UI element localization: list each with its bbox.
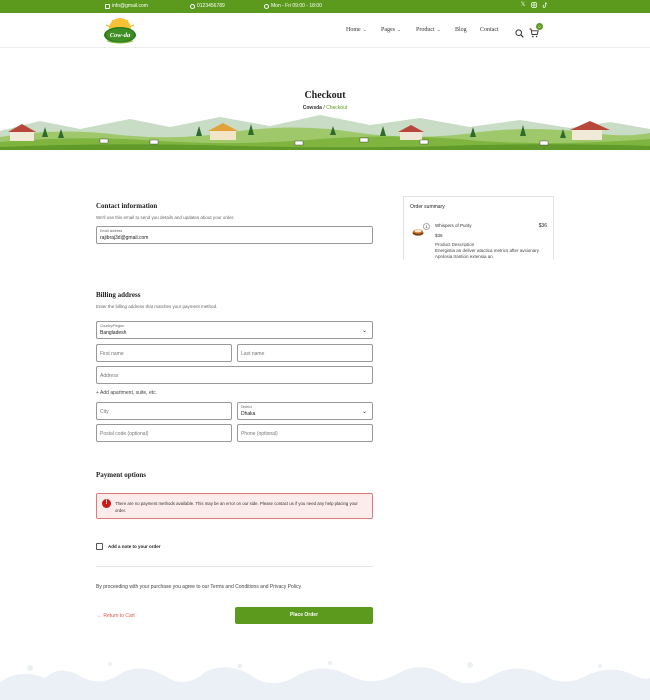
item-description-text: Energistia an deliver atactica metrics a… (435, 248, 540, 259)
first-name-placeholder: First name (100, 351, 124, 357)
cart-count-badge: 0 (536, 23, 543, 30)
email-field[interactable]: Email address rajibraj3d@gmail.com (96, 226, 373, 244)
nav-product-label: Product (416, 27, 435, 33)
item-total-price: $36 (538, 223, 547, 229)
farm-landscape-illustration (0, 115, 650, 150)
phone-placeholder: Phone (optional) (241, 431, 278, 437)
product-thumbnail (412, 229, 424, 236)
last-name-field[interactable]: Last name (237, 344, 373, 362)
order-note-label[interactable]: Add a note to your order (108, 544, 161, 549)
contact-section-description: We'll use this email to send you details… (96, 215, 235, 220)
site-logo[interactable]: Cow-da (102, 16, 138, 46)
nav-home-label: Home (346, 27, 361, 33)
order-summary: Order summary 1 Whispers of Purity $36 $… (403, 196, 554, 260)
phone-field[interactable]: Phone (optional) (237, 424, 373, 442)
first-name-field[interactable]: First name (96, 344, 232, 362)
postal-code-placeholder: Postal code (optional) (100, 431, 149, 437)
billing-section-description: Enter the billing address that matches y… (96, 304, 218, 309)
clock-icon (264, 3, 269, 9)
terms-text: By proceeding with your purchase you agr… (96, 584, 302, 590)
address-field[interactable]: Address (96, 366, 373, 384)
place-order-button[interactable]: Place Order (235, 607, 373, 624)
item-quantity-badge: 1 (423, 223, 430, 230)
page-title: Checkout (304, 90, 346, 101)
payment-error-text: There are no payment methods available. … (115, 501, 358, 513)
x-icon[interactable]: 𝕏 (520, 2, 526, 8)
address-placeholder: Address (100, 373, 119, 379)
topbar-hours-text: Mon - Fri 09:00 - 18:00 (271, 3, 322, 9)
site-header: Cow-da Home ⌄ Pages ⌄ Product ⌄ Blog Contac… (0, 13, 650, 48)
topbar-phone[interactable]: 0123456789 (190, 3, 225, 9)
city-field[interactable]: City (96, 402, 232, 420)
item-unit-price: $36 (435, 233, 443, 238)
mail-icon (105, 3, 110, 9)
topbar-email[interactable]: info@gmail.com (105, 3, 148, 9)
nav-blog-label: Blog (455, 27, 467, 33)
arrow-left-icon: ← (97, 613, 102, 619)
page-hero: Checkout Cowsda / Checkout (0, 49, 650, 150)
nav-home[interactable]: Home ⌄ (346, 27, 367, 33)
email-field-value: rajibraj3d@gmail.com (100, 235, 149, 241)
item-name: Whispers of Purity (435, 223, 472, 228)
email-field-label: Email address (100, 229, 123, 233)
billing-section-title: Billing address (96, 291, 141, 299)
nav-contact[interactable]: Contact (480, 27, 499, 33)
district-select[interactable]: District Dhaka ⌄ (237, 402, 373, 420)
topbar-email-text: info@gmail.com (112, 3, 148, 9)
chevron-down-icon: ⌄ (361, 328, 367, 334)
country-select-value: Bangladesh (100, 330, 127, 336)
city-placeholder: City (100, 409, 109, 415)
chevron-down-icon: ⌄ (362, 28, 367, 33)
nav-pages-label: Pages (381, 27, 395, 33)
topbar-hours: Mon - Fri 09:00 - 18:00 (264, 3, 322, 9)
social-links: 𝕏 (520, 2, 548, 8)
return-to-cart-label: Return to Cart (103, 613, 135, 619)
postal-code-field[interactable]: Postal code (optional) (96, 424, 232, 442)
last-name-placeholder: Last name (241, 351, 265, 357)
order-note-checkbox[interactable] (96, 543, 103, 550)
tiktok-icon[interactable] (542, 2, 548, 8)
divider (96, 566, 373, 567)
district-select-label: District (241, 405, 252, 409)
item-description-title: Product Description (435, 242, 475, 247)
country-select[interactable]: Country/Region Bangladesh ⌄ (96, 321, 373, 339)
country-select-label: Country/Region (100, 324, 125, 328)
district-select-value: Dhaka (241, 411, 256, 417)
payment-error-notice: ! There are no payment methods available… (96, 493, 373, 519)
nav-product[interactable]: Product ⌄ (416, 27, 441, 33)
search-icon[interactable] (515, 25, 524, 38)
phone-icon (190, 3, 195, 9)
error-icon: ! (102, 499, 111, 508)
add-apartment-link[interactable]: + Add apartment, suite, etc. (96, 390, 157, 396)
instagram-icon[interactable] (531, 2, 537, 8)
contact-section-title: Contact information (96, 202, 158, 210)
nav-contact-label: Contact (480, 27, 499, 33)
chevron-down-icon: ⌄ (361, 409, 367, 415)
return-to-cart-link[interactable]: ← Return to Cart (97, 613, 135, 619)
chevron-down-icon: ⌄ (397, 28, 402, 33)
nav-blog[interactable]: Blog (455, 27, 467, 33)
topbar-phone-text: 0123456789 (197, 3, 225, 9)
payment-section-title: Payment options (96, 471, 146, 479)
order-summary-title: Order summary (410, 204, 445, 210)
top-bar: info@gmail.com 0123456789 Mon - Fri 09:0… (0, 0, 650, 13)
milk-splash-decoration (0, 661, 650, 700)
nav-pages[interactable]: Pages ⌄ (381, 27, 401, 33)
logo-text: Cow-da (110, 32, 131, 39)
chevron-down-icon: ⌄ (436, 28, 441, 33)
